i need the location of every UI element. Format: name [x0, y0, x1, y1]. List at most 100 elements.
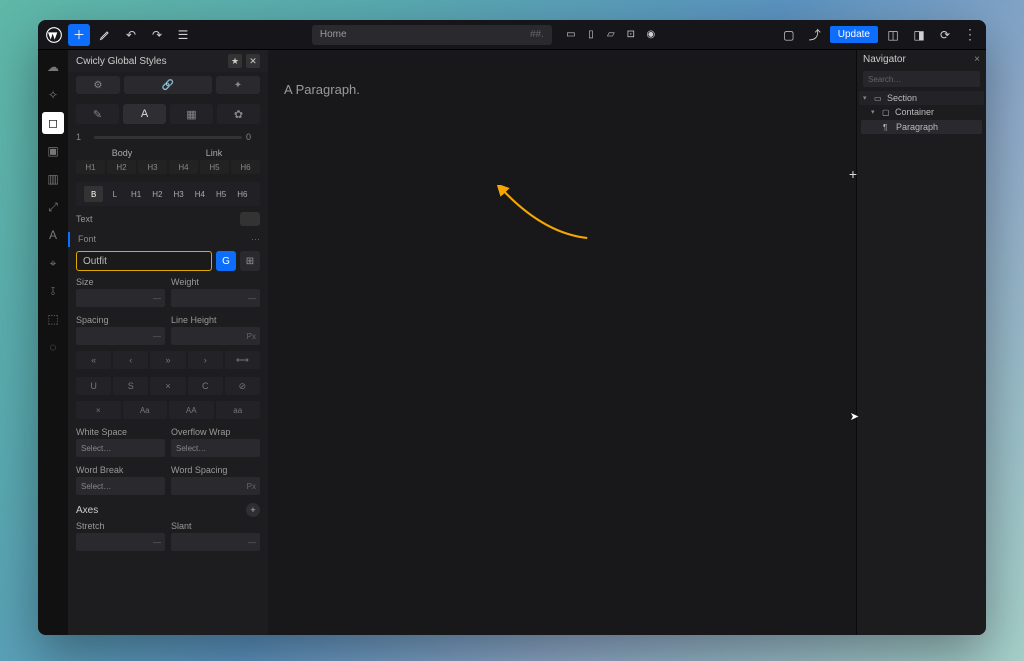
- tree-section[interactable]: ▾ ▭ Section: [859, 91, 984, 105]
- more-menu-icon[interactable]: ⋮: [960, 26, 980, 43]
- text-color-swatch[interactable]: [240, 212, 260, 226]
- tree-paragraph-label: Paragraph: [896, 122, 938, 132]
- typography-icon[interactable]: A: [42, 224, 64, 246]
- deco-x[interactable]: ×: [150, 377, 185, 395]
- navigator-close-icon[interactable]: ×: [974, 54, 980, 65]
- h4-pill[interactable]: H4: [169, 160, 198, 174]
- paragraph-block[interactable]: A Paragraph.: [284, 82, 840, 97]
- navigator-toggle-icon[interactable]: ◨: [908, 24, 930, 46]
- update-button[interactable]: Update: [830, 26, 878, 43]
- wordbreak-label: Word Break: [76, 465, 165, 475]
- page-title-field[interactable]: Home ##.: [312, 25, 552, 45]
- mode-advanced-icon[interactable]: ✿: [217, 104, 260, 124]
- bl-h1[interactable]: H1: [127, 186, 146, 202]
- case-none[interactable]: ×: [76, 401, 121, 419]
- blocks-icon[interactable]: ▣: [42, 140, 64, 162]
- cloud-icon[interactable]: ☁: [42, 56, 64, 78]
- mode-draw-icon[interactable]: ✎: [76, 104, 119, 124]
- paragraph-icon: ¶: [883, 123, 893, 132]
- globe-preview-icon[interactable]: ◉: [642, 26, 660, 44]
- case-cap[interactable]: Aa: [123, 401, 168, 419]
- wordspacing-input[interactable]: Px: [171, 477, 260, 495]
- wordbreak-select[interactable]: Select…: [76, 477, 165, 495]
- h3-pill[interactable]: H3: [138, 160, 167, 174]
- slant-input[interactable]: —: [171, 533, 260, 551]
- settings-icon[interactable]: ⟳: [934, 24, 956, 46]
- bl-l[interactable]: L: [105, 186, 124, 202]
- align-3[interactable]: »: [150, 351, 185, 369]
- overflowwrap-select[interactable]: Select…: [171, 439, 260, 457]
- h1-pill[interactable]: H1: [76, 160, 105, 174]
- scale-slider[interactable]: [94, 136, 242, 139]
- tab-link-icon[interactable]: 🔗: [124, 76, 212, 94]
- axes-add-icon[interactable]: +: [246, 503, 260, 517]
- add-block-button[interactable]: ＋: [68, 24, 90, 46]
- tree-container-label: Container: [895, 107, 934, 117]
- align-5[interactable]: ⟷: [225, 351, 260, 369]
- weight-input[interactable]: —: [171, 289, 260, 307]
- tab-extra-icon[interactable]: ✦: [216, 76, 260, 94]
- align-4[interactable]: ›: [188, 351, 223, 369]
- open-external-icon[interactable]: ⤴: [804, 24, 826, 46]
- editor-canvas[interactable]: A Paragraph. + ➤: [268, 50, 856, 635]
- mode-layout-icon[interactable]: ▦: [170, 104, 213, 124]
- google-fonts-button[interactable]: G: [216, 251, 236, 271]
- spacing-label: Spacing: [76, 315, 165, 325]
- device-preview-icon[interactable]: ⊡: [622, 26, 640, 44]
- sidebar-toggle-icon[interactable]: ◫: [882, 24, 904, 46]
- tree-container[interactable]: ▾ ▢ Container: [859, 105, 984, 119]
- move-icon[interactable]: ✧: [42, 84, 64, 106]
- package-icon[interactable]: ⬚: [42, 308, 64, 330]
- deco-s[interactable]: S: [113, 377, 148, 395]
- left-rail: ☁ ✧ ◻ ▣ ▥ ⤢ A ⌖ ⫱ ⬚ ◌: [38, 50, 68, 635]
- align-2[interactable]: ‹: [113, 351, 148, 369]
- mode-typography-icon[interactable]: A: [123, 104, 166, 124]
- tag-icon[interactable]: ⌖: [42, 252, 64, 274]
- desktop-preview-icon[interactable]: ▭: [562, 26, 580, 44]
- filter-icon[interactable]: ⫱: [42, 280, 64, 302]
- redo-icon[interactable]: ↷: [146, 24, 168, 46]
- align-1[interactable]: «: [76, 351, 111, 369]
- bl-b[interactable]: B: [84, 186, 103, 202]
- navigator-search-input[interactable]: Search…: [863, 71, 980, 87]
- wordpress-logo-icon[interactable]: [44, 25, 64, 45]
- h5-pill[interactable]: H5: [200, 160, 229, 174]
- bl-h6[interactable]: H6: [233, 186, 252, 202]
- columns-icon[interactable]: ▥: [42, 168, 64, 190]
- tree-paragraph[interactable]: ¶ Paragraph: [861, 120, 982, 134]
- close-panel-icon[interactable]: ✕: [246, 54, 260, 68]
- insert-block-button[interactable]: +: [849, 166, 857, 182]
- view-icon[interactable]: ▢: [778, 24, 800, 46]
- whitespace-select[interactable]: Select…: [76, 439, 165, 457]
- undo-icon[interactable]: ↶: [120, 24, 142, 46]
- chevron-down-icon: ▾: [871, 108, 879, 116]
- font-manage-button[interactable]: ⊞: [240, 251, 260, 271]
- bl-h3[interactable]: H3: [169, 186, 188, 202]
- bl-h4[interactable]: H4: [190, 186, 209, 202]
- bl-h5[interactable]: H5: [212, 186, 231, 202]
- h6-pill[interactable]: H6: [231, 160, 260, 174]
- font-section-menu-icon[interactable]: ⋯: [251, 234, 260, 245]
- lineheight-input[interactable]: Px: [171, 327, 260, 345]
- stretch-input[interactable]: —: [76, 533, 165, 551]
- comments-icon[interactable]: ◌: [42, 336, 64, 358]
- h2-pill[interactable]: H2: [107, 160, 136, 174]
- list-view-icon[interactable]: ☰: [172, 24, 194, 46]
- deco-none[interactable]: ⊘: [225, 377, 260, 395]
- global-styles-icon[interactable]: ◻: [42, 112, 64, 134]
- tablet-preview-icon[interactable]: ▯: [582, 26, 600, 44]
- font-family-input[interactable]: Outfit: [76, 251, 212, 271]
- spacing-input[interactable]: —: [76, 327, 165, 345]
- tab-settings-icon[interactable]: ⚙: [76, 76, 120, 94]
- global-styles-panel: Cwicly Global Styles ★ ✕ ⚙ 🔗 ✦ ✎ A ▦ ✿ 1: [68, 50, 268, 635]
- deco-c[interactable]: C: [188, 377, 223, 395]
- mobile-preview-icon[interactable]: ▱: [602, 26, 620, 44]
- size-input[interactable]: —: [76, 289, 165, 307]
- deco-u[interactable]: U: [76, 377, 111, 395]
- favorite-icon[interactable]: ★: [228, 54, 242, 68]
- case-upper[interactable]: AA: [169, 401, 214, 419]
- edit-icon[interactable]: [94, 24, 116, 46]
- case-lower[interactable]: aa: [216, 401, 261, 419]
- bl-h2[interactable]: H2: [148, 186, 167, 202]
- resize-icon[interactable]: ⤢: [42, 196, 64, 218]
